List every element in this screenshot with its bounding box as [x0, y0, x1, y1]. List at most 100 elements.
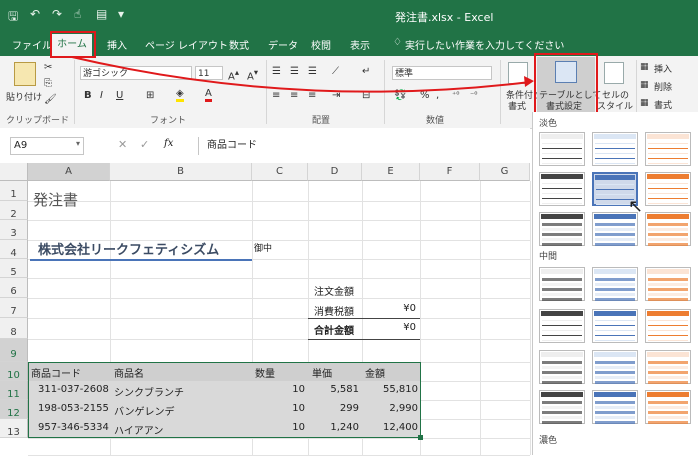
- table-style-swatch[interactable]: [645, 390, 691, 424]
- row-header-9[interactable]: 9: [0, 339, 28, 362]
- total-label[interactable]: 合計金額: [314, 322, 354, 337]
- name-box-dropdown-icon[interactable]: ▾: [76, 139, 80, 148]
- swatch-header: [594, 269, 636, 274]
- item-code[interactable]: 198-053-2155: [38, 403, 109, 414]
- column-header-a[interactable]: A: [28, 163, 110, 181]
- swatch-header: [647, 352, 689, 357]
- swatch-row: [595, 243, 635, 246]
- item-code[interactable]: 957-346-5334: [38, 422, 109, 433]
- swatch-row: [596, 194, 634, 195]
- table-style-swatch[interactable]: [539, 267, 585, 301]
- fill-handle[interactable]: [418, 435, 423, 440]
- header-amount[interactable]: 金額: [365, 365, 385, 380]
- row-header-10[interactable]: 10: [0, 362, 28, 381]
- row-header-1[interactable]: 1: [0, 181, 28, 201]
- honorific[interactable]: 御中: [254, 241, 272, 254]
- row-header-12[interactable]: 12: [0, 400, 28, 419]
- table-style-swatch[interactable]: [592, 132, 638, 166]
- formula-input[interactable]: 商品コード: [198, 137, 539, 155]
- table-style-swatch[interactable]: [645, 309, 691, 343]
- swatch-row: [648, 198, 688, 199]
- item-amount[interactable]: 2,990: [362, 403, 418, 414]
- swatch-row: [595, 293, 635, 296]
- swatch-header: [647, 392, 689, 397]
- table-style-swatch[interactable]: [645, 132, 691, 166]
- cancel-icon[interactable]: ✕: [118, 138, 127, 151]
- column-header-c[interactable]: C: [252, 163, 308, 181]
- table-style-swatch[interactable]: [539, 172, 585, 206]
- table-style-swatch[interactable]: [539, 390, 585, 424]
- item-name[interactable]: シンクブランチ: [114, 384, 184, 399]
- swatch-row: [595, 228, 635, 231]
- company-name[interactable]: 株式会社リークフェティシズム: [38, 239, 219, 258]
- row-header-5[interactable]: 5: [0, 259, 28, 278]
- total-value[interactable]: ¥0: [362, 322, 416, 333]
- swatch-row: [648, 233, 688, 236]
- item-qty[interactable]: 10: [252, 384, 305, 395]
- table-style-swatch[interactable]: [645, 350, 691, 384]
- header-name[interactable]: 商品名: [114, 365, 144, 380]
- enter-icon[interactable]: ✓: [140, 138, 149, 151]
- swatch-row: [595, 330, 635, 331]
- header-price[interactable]: 単価: [312, 365, 332, 380]
- swatch-row: [595, 421, 635, 424]
- formula-bar: A9 ▾ ✕ ✓ fx 商品コード: [0, 128, 530, 163]
- item-name[interactable]: バンゲレンデ: [114, 403, 175, 418]
- swatch-row: [648, 283, 688, 286]
- item-price[interactable]: 299: [308, 403, 359, 414]
- swatch-row: [595, 143, 635, 144]
- item-amount[interactable]: 12,400: [362, 422, 418, 433]
- item-price[interactable]: 5,581: [308, 384, 359, 395]
- row-header-8[interactable]: 8: [0, 318, 28, 339]
- select-all-corner[interactable]: [0, 163, 28, 181]
- column-header-b[interactable]: B: [110, 163, 252, 181]
- table-style-swatch[interactable]: [592, 390, 638, 424]
- row-header-2[interactable]: 2: [0, 201, 28, 220]
- item-qty[interactable]: 10: [252, 403, 305, 414]
- tax-value[interactable]: ¥0: [362, 303, 416, 314]
- sheet-title[interactable]: 発注書: [33, 189, 78, 210]
- swatch-row: [542, 203, 582, 204]
- tax-label[interactable]: 消費税額: [314, 303, 354, 318]
- row-header-13[interactable]: 13: [0, 419, 28, 438]
- row-header-3[interactable]: 3: [0, 220, 28, 240]
- item-amount[interactable]: 55,810: [362, 384, 418, 395]
- table-style-swatch[interactable]: [645, 267, 691, 301]
- table-style-swatch[interactable]: [645, 172, 691, 206]
- column-header-e[interactable]: E: [362, 163, 420, 181]
- column-header-g[interactable]: G: [480, 163, 530, 181]
- row-header-7[interactable]: 7: [0, 298, 28, 318]
- table-style-swatch[interactable]: [592, 309, 638, 343]
- header-qty[interactable]: 数量: [255, 365, 275, 380]
- header-code[interactable]: 商品コード: [31, 365, 81, 380]
- table-style-swatch[interactable]: [539, 212, 585, 246]
- table-style-swatch[interactable]: [539, 132, 585, 166]
- table-style-swatch[interactable]: [592, 350, 638, 384]
- swatch-header: [647, 134, 689, 139]
- table-style-swatch[interactable]: [592, 212, 638, 246]
- order-total-label[interactable]: 注文金額: [314, 283, 354, 298]
- row-header-11[interactable]: 11: [0, 381, 28, 400]
- worksheet-grid: ABCDEFG 1 2 3 4 5 6 7 8 9 10 11 12 13 発注書 株式会社リークフェテ…: [0, 163, 531, 456]
- name-box[interactable]: A9: [10, 137, 84, 155]
- item-code[interactable]: 311-037-2608: [38, 384, 109, 395]
- item-name[interactable]: ハイアアン: [114, 422, 163, 437]
- swatch-row: [648, 421, 688, 424]
- swatch-row: [542, 340, 582, 341]
- swatch-header: [647, 214, 689, 219]
- column-header-f[interactable]: F: [420, 163, 480, 181]
- table-style-swatch[interactable]: [645, 212, 691, 246]
- swatch-row: [595, 411, 635, 414]
- swatch-row: [542, 188, 582, 189]
- row-header-6[interactable]: 6: [0, 278, 28, 298]
- column-header-d[interactable]: D: [308, 163, 362, 181]
- swatch-row: [595, 223, 635, 226]
- item-qty[interactable]: 10: [252, 422, 305, 433]
- swatch-row: [542, 278, 582, 281]
- insert-function-icon[interactable]: fx: [164, 138, 173, 149]
- table-style-swatch[interactable]: [592, 267, 638, 301]
- table-style-swatch[interactable]: [539, 309, 585, 343]
- item-price[interactable]: 1,240: [308, 422, 359, 433]
- row-header-4[interactable]: 4: [0, 240, 28, 259]
- table-style-swatch[interactable]: [539, 350, 585, 384]
